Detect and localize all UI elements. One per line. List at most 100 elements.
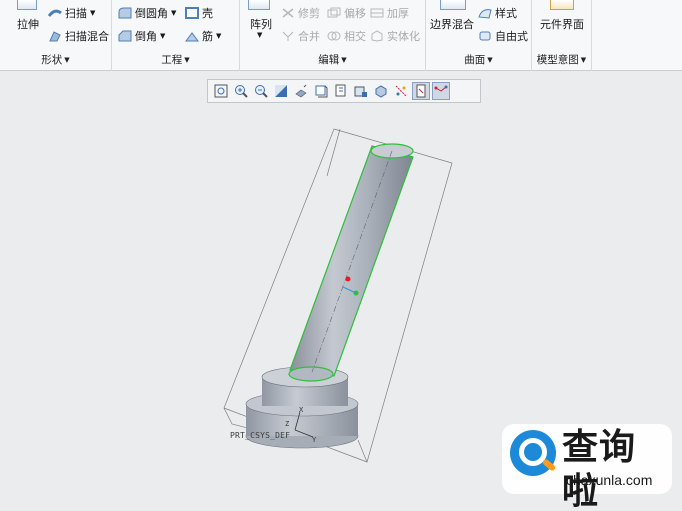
- view-manager-button[interactable]: [332, 82, 350, 100]
- merge-button[interactable]: 合并: [281, 28, 320, 44]
- datum-display-icon: [395, 85, 407, 97]
- watermark-title: 查询啦: [562, 427, 637, 511]
- axis-z-label: Z: [285, 420, 290, 428]
- style-button[interactable]: 样式: [478, 5, 517, 21]
- surfaces-group-label[interactable]: 曲面 ▼: [426, 52, 531, 67]
- sweep-label: 扫描: [65, 7, 87, 20]
- model-intent-group: 元件界面 模型意图 ▼: [532, 0, 592, 71]
- solidify-icon: [370, 30, 384, 42]
- engineering-group-label[interactable]: 工程 ▼: [112, 52, 239, 67]
- shell-label: 壳: [202, 7, 213, 20]
- component-interface-icon: [550, 0, 574, 10]
- intersect-label: 相交: [344, 30, 366, 43]
- extrude-icon: [17, 0, 37, 10]
- chevron-down-icon: ▼: [580, 56, 587, 64]
- trim-button[interactable]: 修剪: [281, 5, 320, 21]
- chevron-down-icon: ▼: [184, 56, 190, 64]
- chevron-down-icon: ▼: [64, 56, 70, 64]
- freestyle-button[interactable]: 自由式: [478, 28, 528, 44]
- merge-icon: [281, 30, 295, 42]
- trim-label: 修剪: [298, 7, 320, 20]
- sweep-icon: [47, 7, 62, 19]
- freestyle-icon: [478, 30, 492, 42]
- merge-label: 合并: [298, 30, 320, 43]
- refit-button[interactable]: [212, 82, 230, 100]
- extrude-label: 拉伸: [17, 18, 39, 31]
- watermark-logo: 查询啦 chaxunla.com: [502, 424, 672, 511]
- chevron-down-icon: ▼: [160, 32, 166, 40]
- pattern-dropdown[interactable]: ▼: [257, 31, 262, 39]
- shape-group: 拉伸 扫描 ▼ 扫描混合 形状 ▼: [0, 0, 112, 71]
- pattern-button[interactable]: 阵列: [250, 16, 272, 32]
- appearance-icon: [375, 85, 387, 98]
- appearance-button[interactable]: [372, 82, 390, 100]
- ribbon: 拉伸 扫描 ▼ 扫描混合 形状 ▼ 倒圆角 ▼ 壳 倒角 ▼ 筋 ▼ 工程 ▼ …: [0, 0, 682, 71]
- pattern-label: 阵列: [250, 18, 272, 31]
- view-manager-icon: [335, 84, 346, 97]
- zoom-out-button[interactable]: [252, 82, 270, 100]
- thicken-button[interactable]: 加厚: [370, 5, 409, 21]
- datum-display-button[interactable]: [392, 82, 410, 100]
- trim-icon: [281, 7, 295, 19]
- perspective-button[interactable]: [352, 82, 370, 100]
- rib-label: 筋: [202, 30, 213, 43]
- engineering-group: 倒圆角 ▼ 壳 倒角 ▼ 筋 ▼ 工程 ▼: [112, 0, 240, 71]
- shell-button[interactable]: 壳: [185, 5, 213, 21]
- pattern-icon: [248, 0, 270, 10]
- boundary-blend-label: 边界混合: [430, 18, 474, 31]
- thicken-label: 加厚: [387, 7, 409, 20]
- saved-views-icon: [315, 85, 328, 98]
- chevron-down-icon: ▼: [487, 56, 493, 64]
- chamfer-icon: [118, 30, 132, 42]
- axis-y-label: Y: [312, 436, 317, 444]
- refit-icon: [214, 84, 228, 98]
- thicken-icon: [370, 7, 384, 19]
- chevron-down-icon: ▼: [171, 9, 177, 17]
- solidify-button[interactable]: 实体化: [370, 28, 420, 44]
- solidify-label: 实体化: [387, 30, 420, 43]
- chevron-down-icon: ▼: [216, 32, 222, 40]
- csys-label: PRT_CSYS_DEF: [230, 431, 291, 440]
- style-label: 样式: [495, 7, 517, 20]
- editing-group: 阵列 ▼ 修剪 偏移 加厚 合并 相交 实体化 编辑 ▼: [240, 0, 426, 71]
- display-style-icon: [295, 84, 307, 98]
- component-interface-label: 元件界面: [540, 18, 584, 31]
- zoom-out-icon: [255, 85, 268, 98]
- bolt-shaft: [288, 143, 414, 382]
- swept-blend-label: 扫描混合: [65, 30, 109, 43]
- display-style-button[interactable]: [292, 82, 310, 100]
- spin-center-icon: [416, 84, 426, 98]
- zoom-in-icon: [235, 85, 248, 98]
- editing-group-label[interactable]: 编辑 ▼: [240, 52, 425, 67]
- saved-views-button[interactable]: [312, 82, 330, 100]
- zoom-in-button[interactable]: [232, 82, 250, 100]
- chamfer-button[interactable]: 倒角 ▼: [118, 28, 165, 44]
- round-button[interactable]: 倒圆角 ▼: [118, 5, 176, 21]
- sweep-button[interactable]: 扫描 ▼: [47, 5, 95, 21]
- swept-blend-button[interactable]: 扫描混合: [48, 28, 109, 44]
- freestyle-label: 自由式: [495, 30, 528, 43]
- view-toolbar: [207, 79, 481, 103]
- chamfer-label: 倒角: [135, 30, 157, 43]
- perspective-icon: [354, 86, 367, 97]
- extrude-button[interactable]: 拉伸: [17, 16, 39, 32]
- boundary-blend-button[interactable]: 边界混合: [430, 16, 474, 32]
- watermark-domain: chaxunla.com: [566, 472, 653, 488]
- offset-button[interactable]: 偏移: [327, 5, 366, 21]
- rib-button[interactable]: 筋 ▼: [185, 28, 221, 44]
- round-label: 倒圆角: [135, 7, 168, 20]
- model-intent-group-label[interactable]: 模型意图 ▼: [532, 52, 591, 67]
- rib-icon: [185, 30, 199, 42]
- style-icon: [478, 7, 492, 19]
- intersect-button[interactable]: 相交: [327, 28, 366, 44]
- component-interface-button[interactable]: 元件界面: [540, 16, 584, 32]
- swept-blend-icon: [48, 30, 62, 42]
- round-icon: [118, 7, 132, 19]
- repaint-button[interactable]: [272, 82, 290, 100]
- repaint-icon: [275, 85, 287, 97]
- annotation-display-icon: [434, 85, 448, 92]
- annotation-display-button[interactable]: [432, 82, 450, 100]
- spin-center-button[interactable]: [412, 82, 430, 100]
- surfaces-group: 边界混合 样式 自由式 曲面 ▼: [426, 0, 532, 71]
- shape-group-label[interactable]: 形状 ▼: [0, 52, 111, 67]
